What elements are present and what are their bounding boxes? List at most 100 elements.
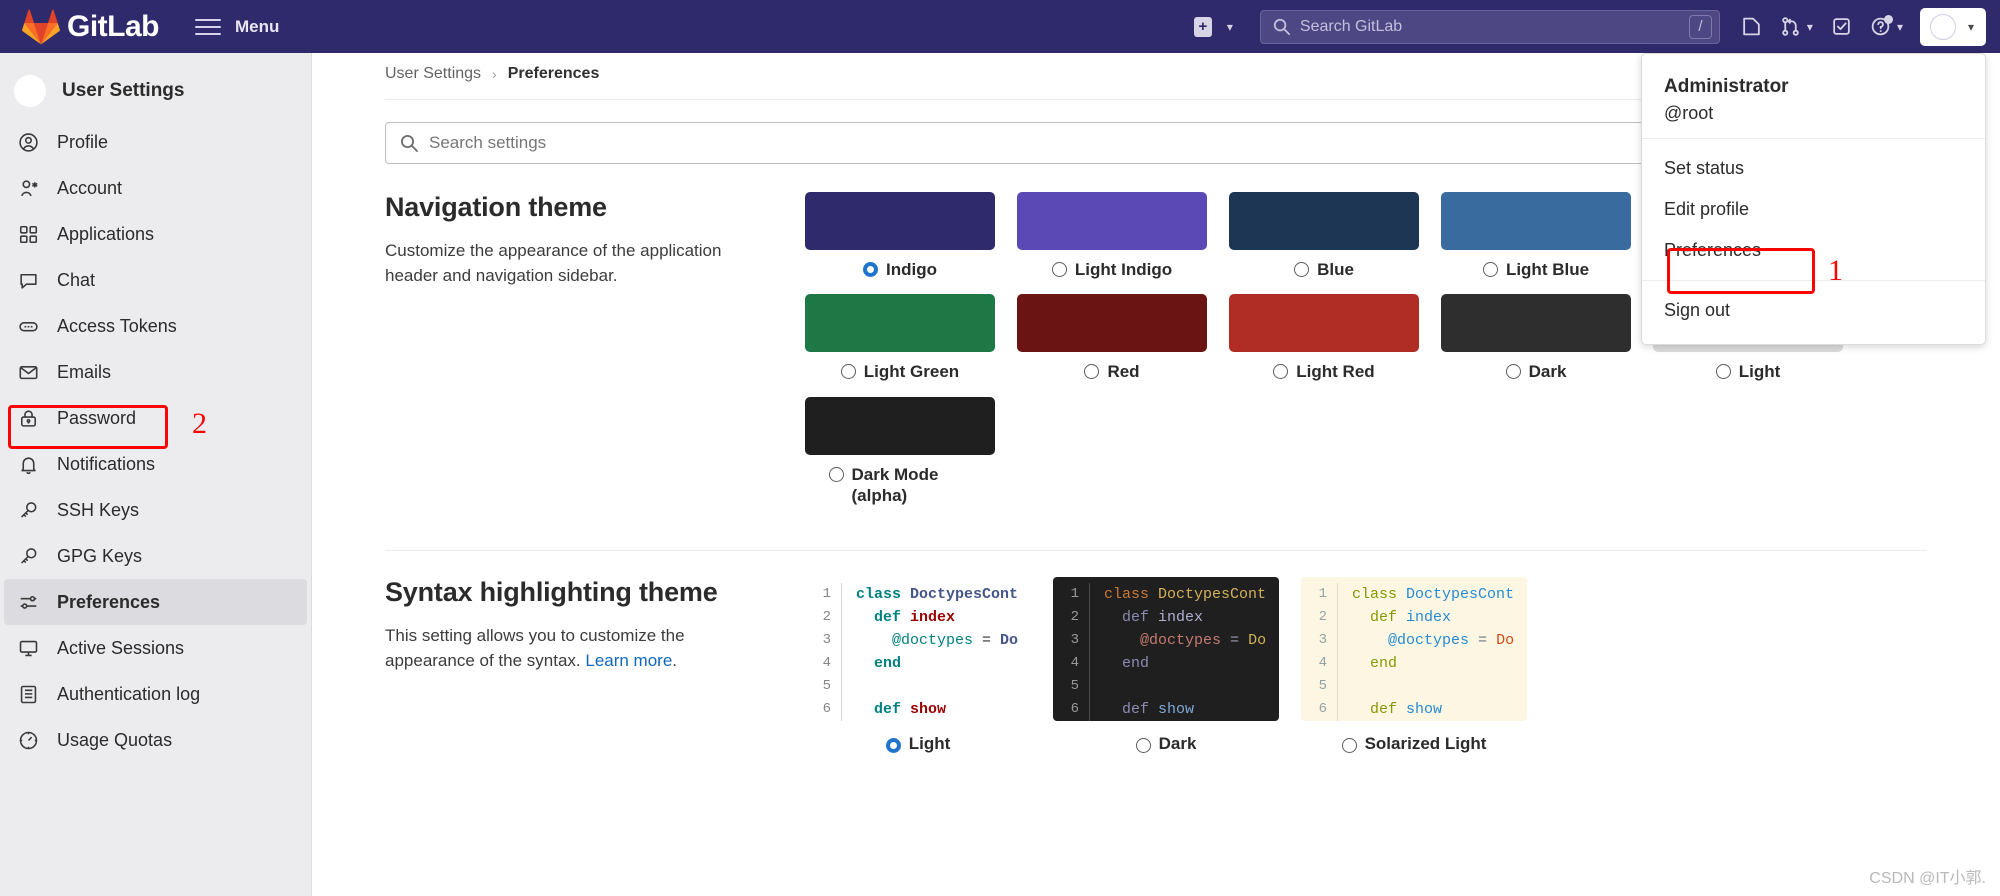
search-icon — [1272, 17, 1291, 36]
code-lines: class DoctypesCont def index @doctypes =… — [1337, 583, 1514, 721]
code-gutter: 1 2 3 4 5 6 — [805, 583, 841, 721]
theme-radio[interactable] — [828, 466, 844, 482]
merge-requests-button[interactable]: ▾ — [1771, 8, 1822, 46]
theme-radio[interactable] — [863, 262, 878, 277]
navigation-theme-description: Customize the appearance of the applicat… — [385, 241, 722, 285]
theme-option-red[interactable]: Red — [1017, 294, 1229, 382]
sidebar-item-preferences[interactable]: Preferences — [4, 579, 307, 625]
theme-swatch[interactable] — [1229, 294, 1419, 353]
learn-more-link[interactable]: Learn more — [585, 651, 672, 670]
syntax-desc-suffix: . — [672, 650, 678, 670]
syntax-option-light[interactable]: 1 2 3 4 5 6 class DoctypesCont def index… — [805, 577, 1031, 754]
annotation-number-2: 2 — [192, 407, 207, 440]
todos-button[interactable] — [1822, 8, 1861, 46]
theme-swatch[interactable] — [1229, 192, 1419, 250]
new-item-button[interactable]: + — [1185, 8, 1221, 46]
sidebar-item-account[interactable]: Account — [4, 165, 307, 211]
profile-menu-group-signout: Sign out — [1642, 281, 1985, 340]
line-number: 3 — [1070, 632, 1079, 648]
sidebar-item-gpg-keys[interactable]: GPG Keys — [4, 533, 307, 579]
line-number: 6 — [1070, 701, 1079, 717]
menu-item-preferences[interactable]: Preferences — [1642, 230, 1985, 271]
code-gutter: 1 2 3 4 5 6 — [1301, 583, 1337, 721]
issues-button[interactable] — [1732, 8, 1771, 46]
sidebar-item-applications[interactable]: Applications — [4, 211, 307, 257]
new-item-chevron[interactable]: ▾ — [1221, 8, 1242, 46]
sidebar-item-password[interactable]: Password — [4, 395, 307, 441]
theme-option-light-green[interactable]: Light Green — [805, 294, 1017, 382]
theme-option-blue[interactable]: Blue — [1229, 192, 1441, 280]
syntax-option-dark[interactable]: 1 2 3 4 5 6 class DoctypesCont def index… — [1053, 577, 1279, 754]
syntax-radio[interactable] — [1341, 737, 1357, 753]
global-search-input[interactable]: Search GitLab / — [1259, 9, 1720, 44]
theme-swatch[interactable] — [1441, 192, 1631, 250]
line-number: 2 — [1318, 609, 1327, 625]
code-preview: 1 2 3 4 5 6 class DoctypesCont def index… — [1053, 577, 1279, 721]
theme-swatch[interactable] — [1441, 294, 1631, 353]
syntax-radio-row: Dark — [1053, 733, 1279, 754]
theme-radio[interactable] — [1051, 262, 1067, 277]
theme-option-indigo[interactable]: Indigo — [805, 192, 1017, 280]
bell-icon — [18, 454, 44, 475]
syntax-radio-row: Light — [805, 733, 1031, 754]
line-number: 2 — [822, 609, 831, 625]
sidebar-item-authentication-log[interactable]: Authentication log — [4, 671, 307, 717]
theme-radio[interactable] — [1273, 364, 1289, 380]
theme-radio[interactable] — [1505, 364, 1521, 380]
search-icon — [399, 133, 419, 153]
menu-item-sign-out[interactable]: Sign out — [1642, 290, 1985, 331]
syntax-label: Light — [908, 734, 951, 753]
sidebar-item-ssh-keys[interactable]: SSH Keys — [4, 487, 307, 533]
help-button[interactable]: ▾ — [1861, 8, 1912, 46]
theme-swatch[interactable] — [805, 192, 995, 250]
line-number: 6 — [1318, 701, 1327, 717]
sidebar-item-label: Usage Quotas — [57, 729, 173, 750]
menu-item-set-status[interactable]: Set status — [1642, 148, 1985, 189]
sidebar-item-profile[interactable]: Profile — [4, 119, 307, 165]
theme-radio[interactable] — [1482, 262, 1498, 277]
theme-option-light-indigo[interactable]: Light Indigo — [1017, 192, 1229, 280]
theme-radio[interactable] — [1294, 262, 1310, 277]
syntax-theme-title: Syntax highlighting theme — [385, 577, 718, 607]
help-chevron-icon: ▾ — [1896, 19, 1903, 34]
syntax-radio[interactable] — [1135, 737, 1151, 753]
gitlab-logo-link[interactable]: GitLab — [22, 9, 160, 45]
theme-option-dark-mode-alpha[interactable]: Dark Mode (alpha) — [805, 396, 1017, 507]
theme-swatch[interactable] — [1017, 192, 1207, 250]
theme-radio[interactable] — [1715, 364, 1731, 380]
sidebar-item-active-sessions[interactable]: Active Sessions — [4, 625, 307, 671]
sidebar-item-label: Preferences — [57, 591, 161, 612]
breadcrumb-parent[interactable]: User Settings — [385, 65, 481, 83]
theme-radio[interactable] — [1084, 364, 1100, 380]
theme-swatch[interactable] — [805, 294, 995, 353]
syntax-label: Solarized Light — [1364, 734, 1487, 753]
theme-swatch[interactable] — [1017, 294, 1207, 353]
code-lines: class DoctypesCont def index @doctypes =… — [841, 583, 1018, 721]
gitlab-fox-logo — [22, 9, 60, 44]
sidebar-item-chat[interactable]: Chat — [4, 257, 307, 303]
code-gutter: 1 2 3 4 5 6 — [1053, 583, 1089, 721]
sidebar-item-notifications[interactable]: Notifications — [4, 441, 307, 487]
line-number: 3 — [1318, 632, 1327, 648]
breadcrumb-separator-icon: › — [492, 66, 497, 82]
sidebar-item-access-tokens[interactable]: Access Tokens — [4, 303, 307, 349]
user-avatar-button[interactable]: ▾ — [1919, 7, 1986, 46]
sidebar-item-emails[interactable]: Emails — [4, 349, 307, 395]
sidebar-item-label: Active Sessions — [57, 637, 185, 658]
issues-icon — [1743, 17, 1760, 36]
main-menu-button[interactable]: Menu — [195, 17, 279, 37]
plus-square-icon: + — [1193, 16, 1212, 37]
theme-option-dark[interactable]: Dark — [1441, 294, 1653, 382]
theme-option-light-red[interactable]: Light Red — [1229, 294, 1441, 382]
line-number: 6 — [822, 701, 831, 717]
menu-item-edit-profile[interactable]: Edit profile — [1642, 189, 1985, 230]
theme-label: Light Blue — [1505, 260, 1590, 279]
theme-radio[interactable] — [840, 364, 856, 380]
token-icon — [18, 316, 44, 337]
theme-swatch[interactable] — [805, 396, 995, 455]
sidebar-title: User Settings — [62, 80, 185, 101]
syntax-option-solarized-light[interactable]: 1 2 3 4 5 6 class DoctypesCont def index… — [1301, 577, 1527, 754]
sidebar-item-usage-quotas[interactable]: Usage Quotas — [4, 717, 307, 763]
theme-option-light-blue[interactable]: Light Blue — [1441, 192, 1653, 280]
syntax-radio[interactable] — [885, 737, 901, 753]
